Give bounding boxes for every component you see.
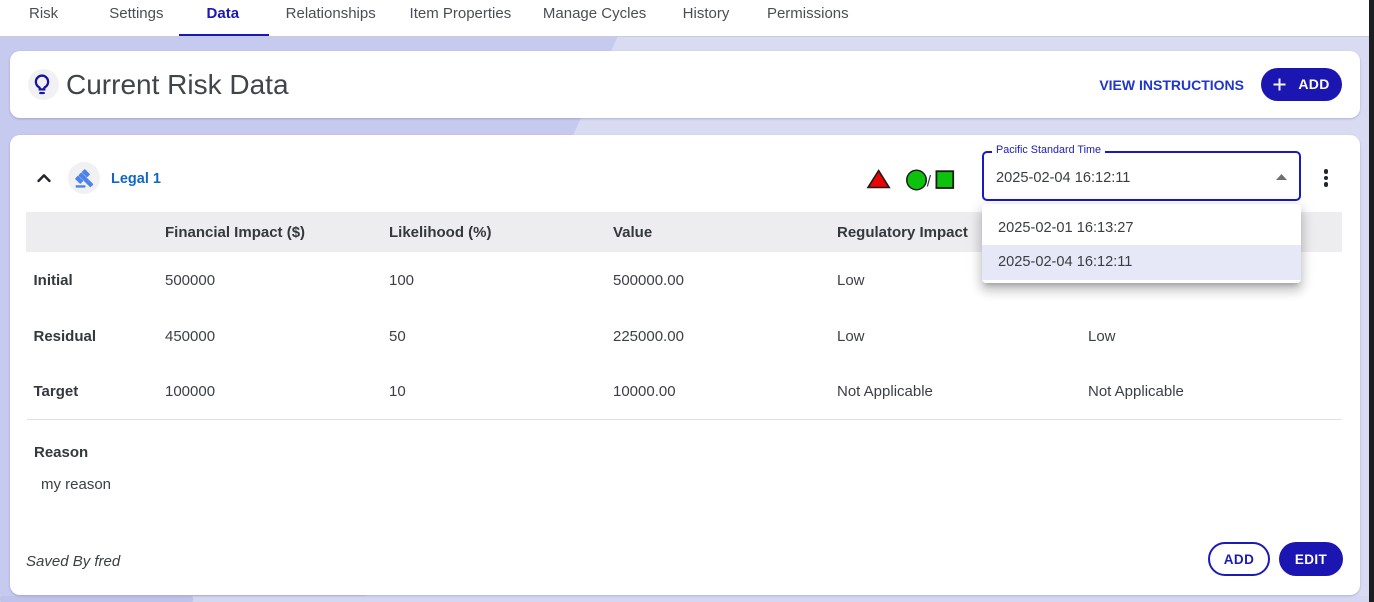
svg-text:/: / (927, 173, 932, 190)
